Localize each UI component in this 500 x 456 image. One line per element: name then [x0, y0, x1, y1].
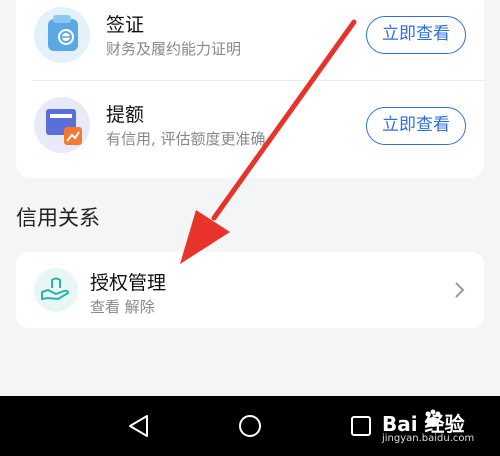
authorization-subtitle: 查看 解除 — [90, 298, 155, 316]
limit-raise-row[interactable]: 提额 有信用, 评估额度更准确 立即查看 — [16, 88, 484, 166]
limit-raise-title: 提额 — [106, 104, 145, 126]
limit-raise-subtitle: 有信用, 评估额度更准确 — [106, 130, 266, 148]
visa-title: 签证 — [106, 14, 145, 36]
hand-authorization-icon — [34, 268, 78, 312]
circle-home-icon[interactable] — [234, 410, 266, 442]
visa-row[interactable]: 签证 财务及履约能力证明 立即查看 — [16, 0, 484, 78]
visa-view-button[interactable]: 立即查看 — [366, 16, 466, 54]
visa-subtitle: 财务及履约能力证明 — [106, 40, 242, 58]
square-recent-icon[interactable] — [345, 410, 377, 442]
chevron-right-icon — [455, 282, 465, 298]
visa-card-icon — [34, 7, 90, 63]
limit-raise-chart-icon — [34, 97, 90, 153]
baidu-jingyan-watermark: Bai 经验 jingyan.baidu.com — [378, 408, 494, 450]
triangle-back-icon[interactable] — [123, 410, 155, 442]
authorization-management-item[interactable]: 授权管理 查看 解除 — [16, 252, 484, 328]
divider — [32, 80, 484, 81]
section-title-credit-relations: 信用关系 — [16, 206, 100, 230]
authorization-title: 授权管理 — [90, 272, 167, 294]
watermark-url: jingyan.baidu.com — [382, 433, 475, 444]
paw-icon — [425, 409, 441, 427]
limit-raise-view-button[interactable]: 立即查看 — [366, 107, 466, 145]
product-card: 签证 财务及履约能力证明 立即查看 提额 有信用, 评估额度更准确 立即查看 — [16, 0, 484, 178]
